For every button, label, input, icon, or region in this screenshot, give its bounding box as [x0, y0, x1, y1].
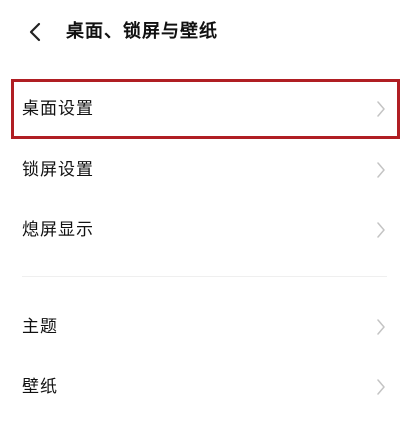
screen-off-display-label: 熄屏显示: [22, 220, 94, 240]
settings-group-1: 桌面设置 锁屏设置 熄屏显示: [10, 80, 402, 260]
settings-group-2: 主题 壁纸: [10, 298, 402, 418]
lockscreen-settings-label: 锁屏设置: [22, 160, 94, 180]
desktop-settings-row[interactable]: 桌面设置: [10, 80, 402, 138]
chevron-right-icon: [377, 162, 385, 178]
chevron-right-icon: [377, 379, 385, 395]
page-title: 桌面、锁屏与壁纸: [66, 21, 218, 42]
section-divider: [22, 276, 387, 277]
screen-off-display-row[interactable]: 熄屏显示: [10, 201, 402, 259]
chevron-right-icon: [377, 222, 385, 238]
header-bar: 桌面、锁屏与壁纸: [0, 0, 409, 62]
lockscreen-settings-row[interactable]: 锁屏设置: [10, 141, 402, 199]
chevron-right-icon: [377, 101, 385, 117]
chevron-left-icon: [29, 22, 41, 42]
wallpaper-row[interactable]: 壁纸: [10, 358, 402, 416]
chevron-right-icon: [377, 319, 385, 335]
theme-label: 主题: [22, 317, 58, 337]
wallpaper-label: 壁纸: [22, 377, 58, 397]
theme-row[interactable]: 主题: [10, 298, 402, 356]
desktop-settings-label: 桌面设置: [22, 99, 94, 119]
back-button[interactable]: [22, 18, 48, 46]
